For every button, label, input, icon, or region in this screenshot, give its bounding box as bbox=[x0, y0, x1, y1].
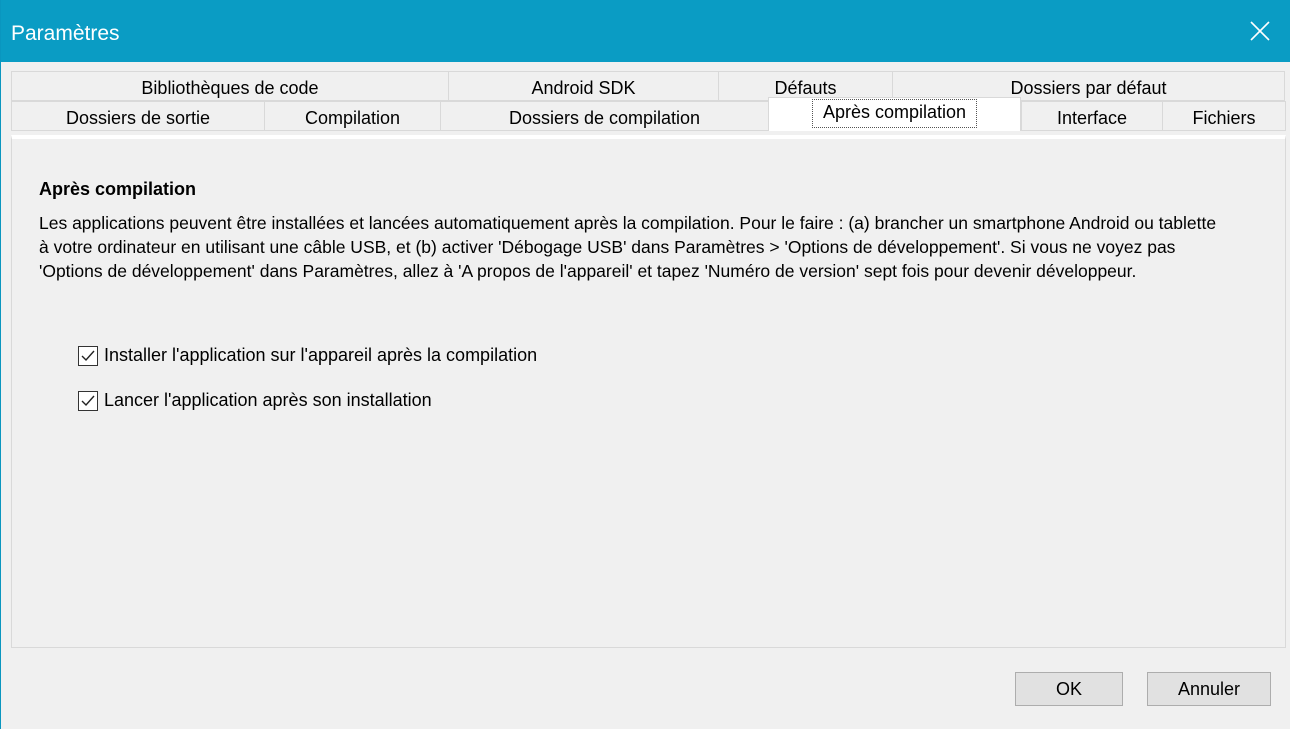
tab-interface[interactable]: Interface bbox=[1021, 101, 1162, 131]
tab-label: Bibliothèques de code bbox=[141, 77, 319, 98]
tab-label: Dossiers de sortie bbox=[65, 107, 211, 128]
tab-dossiers-de-sortie[interactable]: Dossiers de sortie bbox=[11, 101, 264, 131]
launch-after-install-label: Lancer l'application après son installat… bbox=[104, 390, 432, 410]
description-text: Les applications peuvent être installées… bbox=[39, 213, 1217, 281]
close-button[interactable] bbox=[1229, 0, 1290, 62]
cancel-button[interactable]: Annuler bbox=[1147, 672, 1271, 706]
tab-bibliotheques-de-code[interactable]: Bibliothèques de code bbox=[11, 71, 448, 101]
settings-dialog: Paramètres Bibliothèques de code Android… bbox=[0, 0, 1290, 729]
tab-apres-compilation[interactable]: Après compilation bbox=[768, 97, 1021, 131]
tab-panel: Après compilation Les applications peuve… bbox=[11, 135, 1286, 648]
tab-label: Android SDK bbox=[531, 77, 636, 98]
tab-label: Dossiers de compilation bbox=[508, 107, 701, 128]
tab-fichiers[interactable]: Fichiers bbox=[1162, 101, 1286, 131]
tab-android-sdk[interactable]: Android SDK bbox=[448, 71, 718, 101]
close-icon bbox=[1250, 21, 1270, 41]
check-icon bbox=[81, 350, 95, 361]
launch-after-install-option[interactable]: Lancer l'application après son installat… bbox=[78, 390, 432, 411]
title-bar: Paramètres bbox=[1, 0, 1290, 62]
window-title: Paramètres bbox=[11, 22, 120, 45]
tab-compilation[interactable]: Compilation bbox=[264, 101, 440, 131]
install-after-compile-option[interactable]: Installer l'application sur l'appareil a… bbox=[78, 345, 537, 366]
tab-label: Interface bbox=[1056, 107, 1128, 128]
check-icon bbox=[81, 395, 95, 406]
tab-label: Compilation bbox=[304, 107, 401, 128]
tab-label: Défauts bbox=[774, 77, 837, 98]
tab-row-1: Bibliothèques de code Android SDK Défaut… bbox=[11, 71, 1285, 103]
tab-label: Après compilation bbox=[811, 99, 978, 128]
tab-dossiers-de-compilation[interactable]: Dossiers de compilation bbox=[440, 101, 768, 131]
install-after-compile-checkbox[interactable] bbox=[78, 345, 98, 366]
tab-label: Fichiers bbox=[1192, 107, 1256, 128]
ok-button[interactable]: OK bbox=[1015, 672, 1123, 706]
section-title: Après compilation bbox=[39, 179, 197, 199]
tab-label: Dossiers par défaut bbox=[1010, 77, 1167, 98]
launch-after-install-checkbox[interactable] bbox=[78, 390, 98, 411]
install-after-compile-label: Installer l'application sur l'appareil a… bbox=[104, 345, 538, 365]
tab-row-2: Dossiers de sortie Compilation Dossiers … bbox=[11, 97, 1286, 133]
tab-strip: Bibliothèques de code Android SDK Défaut… bbox=[11, 71, 1286, 135]
